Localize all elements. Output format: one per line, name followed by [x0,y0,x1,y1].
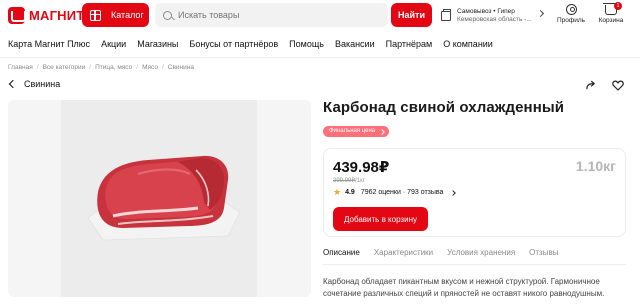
rating-count: 7962 оценки · 793 отзыва [360,189,444,196]
chevron-right-icon [450,189,457,196]
chevron-right-icon [536,9,545,18]
logo-text: МАГНИТ [29,8,85,23]
tabs-divider [323,264,626,265]
rating-summary[interactable]: ★ 4.9 7962 оценки · 793 отзыва [333,187,457,198]
store-selector[interactable]: Самовывоз • Гипер Кемеровская область -.… [441,5,549,27]
pork-loin-image [87,155,241,241]
nav-item-magnit-plus-card[interactable]: Карта Магнит Плюс [8,39,90,49]
search-input[interactable] [178,10,378,20]
profile-label: Профиль [556,17,586,24]
profile-icon [565,4,577,15]
nav-item-help[interactable]: Помощь [289,39,324,49]
cart-button[interactable]: 1 Корзина [596,2,626,24]
price-per-kg: 399.99₽/1кг [333,177,365,184]
nav-divider [0,57,640,58]
tab-reviews[interactable]: Отзывы [529,248,558,265]
nav-item-for-partners[interactable]: Партнёрам [386,39,433,49]
store-text: Самовывоз • Гипер Кемеровская область -.… [457,8,532,25]
catalog-grid-icon [90,9,101,21]
catalog-label: Каталог [111,10,144,20]
breadcrumb-item[interactable]: Главная [8,64,33,71]
profile-button[interactable]: Профиль [556,4,586,24]
heart-icon[interactable] [612,80,624,91]
magnit-logo[interactable]: МАГНИТ [8,7,84,24]
price-unit: /1кг [355,178,365,184]
search-icon [163,10,172,20]
tab-characteristics[interactable]: Характеристики [374,248,433,265]
tab-storage-conditions[interactable]: Условия хранения [447,248,515,265]
store-icon [441,9,451,21]
search-box[interactable] [155,3,388,27]
final-price-badge[interactable]: Финальная цена [323,126,390,137]
nav-item-partner-bonuses[interactable]: Бонусы от партнёров [189,39,278,49]
price-current: 439.98₽ [333,159,390,176]
main-nav: Карта Магнит Плюс Акции Магазины Бонусы … [8,39,493,49]
product-image[interactable] [8,100,311,297]
back-link[interactable]: Свинина [8,79,60,89]
breadcrumb-item[interactable]: Мясо [142,64,158,71]
nav-item-stores[interactable]: Магазины [137,39,178,49]
back-label: Свинина [24,79,61,89]
chevron-left-icon [8,79,18,89]
rating-score: 4.9 [345,189,355,196]
price-old: 399.99₽ [333,178,356,184]
breadcrumb-item[interactable]: Свинина [168,64,194,71]
product-weight: 1.10кг [575,158,616,174]
catalog-button[interactable]: Каталог [82,3,149,27]
product-description: Карбонад обладает пикантным вкусом и неж… [323,277,605,298]
price-card: 439.98₽ 399.99₽/1кг 1.10кг ★ 4.9 7962 оц… [323,148,626,237]
breadcrumb-separator: / [161,64,164,71]
tab-description[interactable]: Описание [323,248,360,265]
nav-item-promotions[interactable]: Акции [101,39,126,49]
breadcrumb-separator: / [136,64,139,71]
store-mode: Самовывоз • Гипер [457,7,515,15]
star-icon: ★ [333,187,342,197]
cart-label: Корзина [598,17,624,24]
share-icon[interactable] [586,80,597,90]
breadcrumb: Главная / Все категории / Птица, мясо / … [8,64,194,71]
breadcrumb-item[interactable]: Все категории [43,64,86,71]
breadcrumb-separator: / [36,64,39,71]
cart-count-badge: 1 [614,2,622,10]
find-button[interactable]: Найти [391,3,432,27]
breadcrumb-separator: / [89,64,92,71]
store-region: Кемеровская область -... [457,16,532,23]
magnit-logo-icon [8,7,26,24]
nav-item-vacancies[interactable]: Вакансии [335,39,375,49]
product-title: Карбонад свиной охлажденный [323,99,565,116]
site-header: МАГНИТ Каталог Найти Самовывоз • Гипер К… [0,0,640,30]
add-to-cart-button[interactable]: Добавить в корзину [333,207,428,231]
breadcrumb-item[interactable]: Птица, мясо [95,64,132,71]
nav-item-about[interactable]: О компании [443,39,493,49]
product-tabs: Описание Характеристики Условия хранения… [323,248,572,265]
